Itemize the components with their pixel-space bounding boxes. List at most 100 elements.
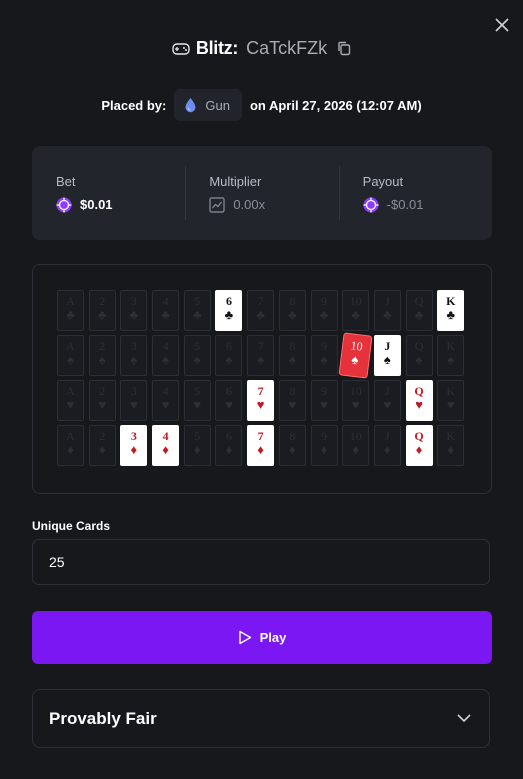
card-4-♠[interactable]: 4 ♠ (152, 335, 180, 376)
card-5-♣[interactable]: 5 ♣ (183, 290, 211, 331)
card-suit: ♣ (351, 307, 360, 322)
card-2-♣[interactable]: 2 ♣ (88, 290, 116, 331)
card-suit: ♦ (415, 442, 423, 457)
card-suit: ♠ (320, 352, 328, 367)
provably-fair-title: Provably Fair (49, 708, 157, 728)
card-suit: ♠ (225, 352, 233, 367)
card-suit: ♣ (224, 307, 234, 322)
game-name: Blitz: (195, 38, 239, 58)
stats-panel: Bet $0.01 Multiplier 0.00x Payout -$0.01 (32, 146, 492, 240)
card-10-♣[interactable]: 10 ♣ (342, 290, 370, 331)
card-4-♣[interactable]: 4 ♣ (152, 290, 180, 331)
card-A-♠[interactable]: A ♠ (57, 335, 84, 376)
payout-value: -$0.01 (386, 197, 424, 212)
card-suit: ♠ (257, 352, 265, 367)
card-J-♦[interactable]: J ♦ (373, 425, 401, 466)
provably-fair-toggle[interactable]: Provably Fair (32, 689, 490, 748)
close-icon[interactable] (491, 14, 513, 36)
card-6-♥[interactable]: 6 ♥ (215, 380, 243, 421)
card-10-♦[interactable]: 10 ♦ (342, 425, 370, 466)
card-4-♥[interactable]: 4 ♥ (152, 380, 180, 421)
card-K-♥[interactable]: K ♥ (437, 380, 465, 421)
card-A-♥[interactable]: A ♥ (57, 380, 84, 421)
card-9-♥[interactable]: 9 ♥ (310, 380, 338, 421)
card-8-♠[interactable]: 8 ♠ (278, 335, 306, 376)
card-suit: ♠ (288, 352, 296, 367)
card-suit: ♦ (384, 442, 391, 457)
card-8-♥[interactable]: 8 ♥ (278, 380, 306, 421)
card-J-♥[interactable]: J ♥ (373, 380, 401, 421)
card-suit: ♣ (288, 307, 297, 322)
unique-cards-field[interactable]: 25 (32, 539, 490, 585)
user-chip[interactable]: Gun (174, 89, 242, 121)
card-7-♥[interactable]: 7 ♥ (247, 380, 275, 421)
card-5-♠[interactable]: 5 ♠ (183, 335, 211, 376)
card-suit: ♣ (383, 307, 392, 322)
placed-by-label: Placed by: (101, 97, 167, 113)
card-suit: ♥ (288, 397, 297, 412)
card-K-♠[interactable]: K ♠ (437, 335, 465, 376)
gamepad-icon (172, 42, 190, 56)
card-3-♣[interactable]: 3 ♣ (120, 290, 148, 331)
card-suit: ♣ (256, 307, 265, 322)
chip-icon (363, 197, 379, 213)
card-suit: ♥ (130, 397, 138, 412)
card-suit: ♥ (161, 397, 170, 412)
card-9-♠[interactable]: 9 ♠ (310, 335, 338, 376)
card-suit: ♠ (67, 352, 74, 367)
card-A-♦[interactable]: A ♦ (57, 425, 84, 466)
card-5-♥[interactable]: 5 ♥ (183, 380, 211, 421)
bet-id: CaTckFZk (246, 38, 328, 58)
card-6-♦[interactable]: 6 ♦ (215, 425, 243, 466)
card-suit: ♦ (67, 442, 74, 457)
card-Q-♣[interactable]: Q ♣ (405, 290, 433, 331)
card-Q-♠[interactable]: Q ♠ (405, 335, 433, 376)
card-J-♣[interactable]: J ♣ (373, 290, 401, 331)
card-suit: ♠ (193, 352, 201, 367)
card-suit: ♣ (319, 307, 329, 322)
bet-title: Blitz: CaTckFZk (0, 38, 523, 59)
card-suit: ♦ (352, 442, 359, 457)
card-6-♠[interactable]: 6 ♠ (215, 335, 243, 376)
card-10-♥[interactable]: 10 ♥ (342, 380, 370, 421)
card-suit: ♦ (447, 442, 455, 457)
unique-cards-label: Unique Cards (32, 519, 111, 533)
card-A-♣[interactable]: A ♣ (57, 290, 84, 331)
card-suit: ♦ (193, 442, 201, 457)
card-4-♦[interactable]: 4 ♦ (152, 425, 180, 466)
play-button[interactable]: Play (32, 611, 492, 664)
card-suit: ♥ (320, 397, 328, 412)
card-3-♠[interactable]: 3 ♠ (120, 335, 148, 376)
card-8-♦[interactable]: 8 ♦ (278, 425, 306, 466)
card-suit: ♦ (320, 442, 328, 457)
card-2-♥[interactable]: 2 ♥ (88, 380, 116, 421)
card-2-♦[interactable]: 2 ♦ (88, 425, 116, 466)
card-10-♠[interactable]: 10 ♠ (339, 333, 372, 378)
card-suit: ♦ (130, 442, 138, 457)
card-suit: ♥ (415, 397, 423, 412)
card-K-♣[interactable]: K ♣ (437, 290, 465, 331)
card-9-♦[interactable]: 9 ♦ (310, 425, 338, 466)
card-2-♠[interactable]: 2 ♠ (88, 335, 116, 376)
card-7-♣[interactable]: 7 ♣ (247, 290, 275, 331)
card-Q-♥[interactable]: Q ♥ (405, 380, 433, 421)
card-9-♣[interactable]: 9 ♣ (310, 290, 338, 331)
card-3-♦[interactable]: 3 ♦ (120, 425, 148, 466)
card-suit: ♠ (415, 352, 423, 367)
card-3-♥[interactable]: 3 ♥ (120, 380, 148, 421)
play-icon (238, 630, 252, 645)
placed-by-row: Placed by: Gun on April 27, 2026 (12:07 … (0, 89, 523, 121)
copy-icon[interactable] (337, 41, 351, 56)
card-5-♦[interactable]: 5 ♦ (183, 425, 211, 466)
card-8-♣[interactable]: 8 ♣ (278, 290, 306, 331)
card-suit: ♣ (192, 307, 202, 322)
card-Q-♦[interactable]: Q ♦ (405, 425, 433, 466)
card-suit: ♥ (225, 397, 233, 412)
card-7-♦[interactable]: 7 ♦ (247, 425, 275, 466)
card-suit: ♣ (161, 307, 170, 322)
card-6-♣[interactable]: 6 ♣ (215, 290, 243, 331)
card-J-♠[interactable]: J ♠ (373, 335, 401, 376)
card-7-♠[interactable]: 7 ♠ (247, 335, 275, 376)
chevron-down-icon (457, 714, 471, 723)
card-K-♦[interactable]: K ♦ (437, 425, 465, 466)
